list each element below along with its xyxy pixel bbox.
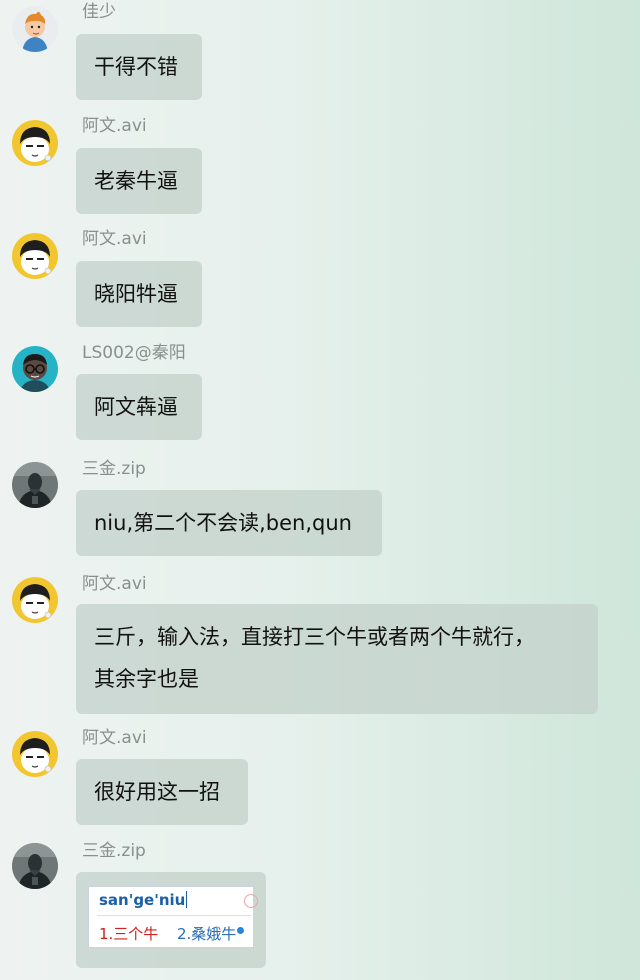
circle-icon [244, 894, 258, 908]
message-bubble: 很好用这一招 [76, 759, 248, 825]
message-bubble: 阿文犇逼 [76, 374, 202, 440]
message-bubble: niu,第二个不会读,ben,qun [76, 490, 382, 556]
cartoon-face-avatar[interactable] [12, 577, 58, 623]
message-bubble: 三斤，输入法，直接打三个牛或者两个牛就行， 其余字也是 [76, 604, 598, 714]
message-line: 其余字也是 [94, 667, 199, 691]
glasses-man-avatar[interactable] [12, 346, 58, 392]
cartoon-face-avatar[interactable] [12, 233, 58, 279]
dark-hero-avatar[interactable] [12, 843, 58, 889]
cartoon-boy-avatar[interactable] [12, 6, 58, 52]
message-bubble: 老秦牛逼 [76, 148, 202, 214]
sender-name: 阿文.avi [82, 574, 147, 594]
ime-candidate-1: 1.三个牛 [99, 925, 159, 943]
text-caret [186, 891, 188, 908]
sender-name: 阿文.avi [82, 116, 147, 136]
sender-name: 阿文.avi [82, 728, 147, 748]
sender-name: 三金.zip [82, 459, 146, 479]
cartoon-face-avatar[interactable] [12, 120, 58, 166]
message-line: 三斤，输入法，直接打三个牛或者两个牛就行， [94, 625, 535, 649]
cartoon-face-avatar[interactable] [12, 731, 58, 777]
message-bubble: 晓阳牪逼 [76, 261, 202, 327]
ime-screenshot: san'ge'niu 1.三个牛 2.桑娥牛 [88, 886, 258, 948]
ime-input-text: san'ge'niu [99, 891, 188, 909]
sender-name: 三金.zip [82, 841, 146, 861]
dark-hero-avatar[interactable] [12, 462, 58, 508]
ime-candidate-2: 2.桑娥牛 [177, 923, 245, 944]
ime-divider [97, 915, 251, 916]
sender-name: 阿文.avi [82, 229, 147, 249]
message-bubble: 干得不错 [76, 34, 202, 100]
sender-name: LS002@秦阳 [82, 343, 186, 363]
sender-name: 佳少 [82, 2, 116, 22]
person-icon [237, 927, 245, 934]
image-message[interactable]: san'ge'niu 1.三个牛 2.桑娥牛 [76, 872, 266, 968]
chat-message-list: 佳少 干得不错 阿文.avi 老秦牛逼 阿文.avi 晓阳牪逼 LS002@秦阳… [0, 0, 640, 980]
